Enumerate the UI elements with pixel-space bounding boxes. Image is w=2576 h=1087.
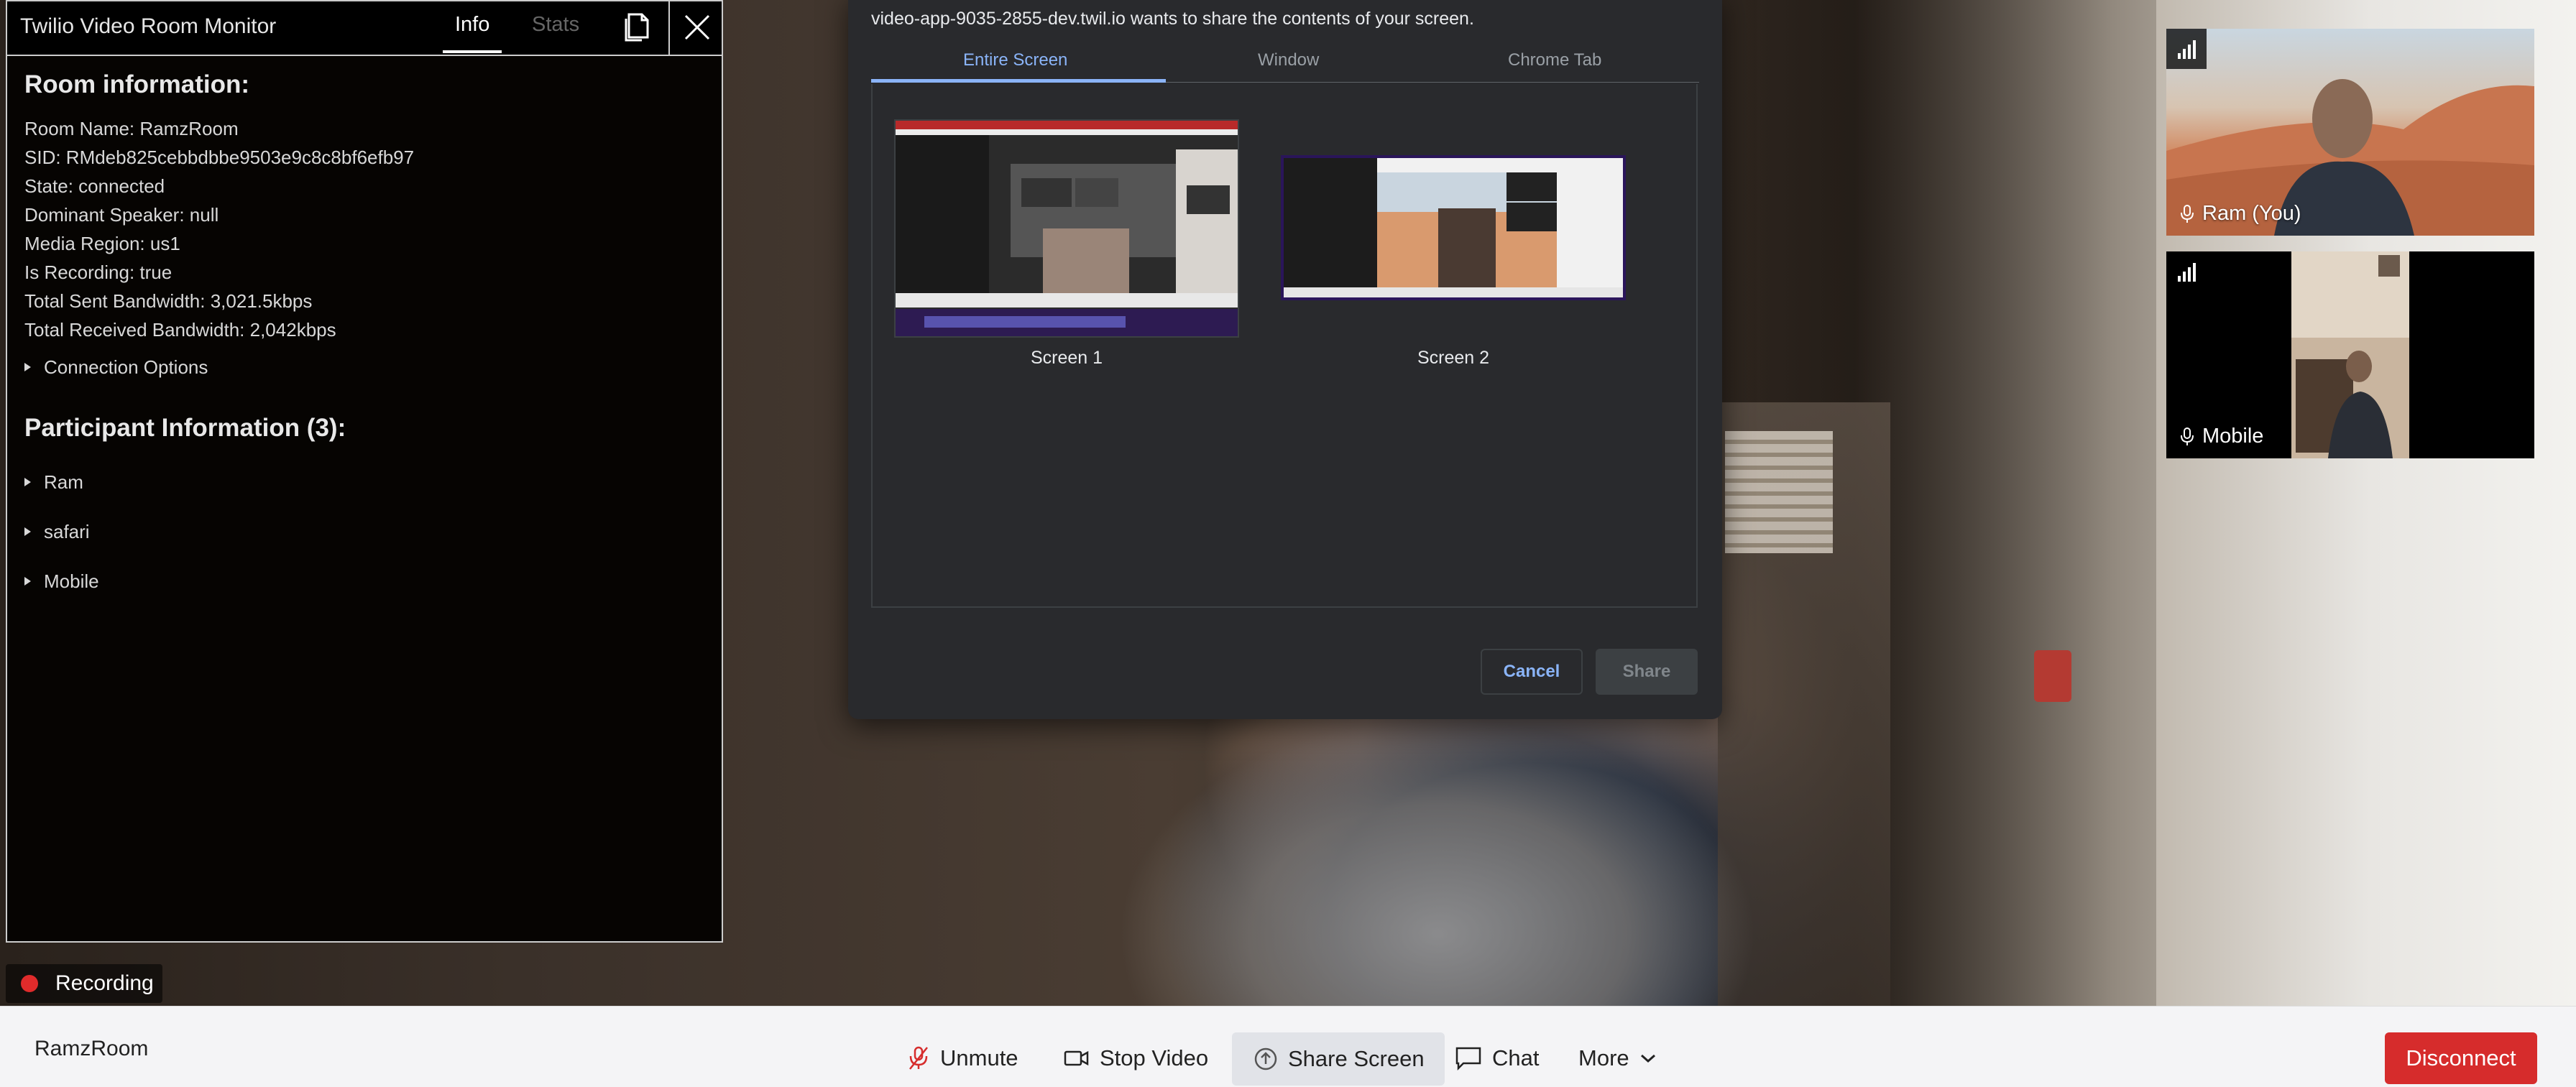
expand-triangle-icon	[24, 527, 31, 537]
connection-options-label: Connection Options	[44, 356, 208, 378]
recording-label: Recording	[55, 971, 154, 995]
tile-name: Mobile	[2202, 425, 2264, 448]
unmute-button[interactable]: Unmute	[907, 1032, 1018, 1084]
share-screen-dialog: video-app-9035-2855-dev.twil.io wants to…	[848, 0, 1722, 719]
participant-tile-ram[interactable]: Ram (You)	[2166, 29, 2534, 236]
participant-tile-mobile[interactable]: Mobile	[2166, 251, 2534, 458]
close-icon[interactable]	[681, 11, 713, 43]
tab-stats[interactable]: Stats	[532, 13, 579, 37]
share-screen-label: Share Screen	[1288, 1046, 1425, 1071]
chevron-down-icon	[1640, 1054, 1655, 1063]
unmute-label: Unmute	[940, 1045, 1018, 1070]
room-monitor-panel: Twilio Video Room Monitor Info Stats Roo…	[6, 0, 723, 943]
chat-icon	[1455, 1047, 1481, 1070]
expand-triangle-icon	[24, 363, 31, 372]
screen-1-label: Screen 1	[1030, 348, 1103, 368]
background-red-object	[2034, 650, 2071, 702]
room-info-line: State: connected	[24, 175, 165, 197]
share-screen-button[interactable]: Share Screen	[1232, 1032, 1445, 1086]
screen-2-preview	[1284, 158, 1623, 297]
recording-indicator: Recording	[6, 964, 162, 1003]
tab-window[interactable]: Window	[1258, 50, 1319, 70]
chat-button[interactable]: Chat	[1455, 1032, 1539, 1084]
screen-1-preview	[896, 121, 1238, 336]
cancel-button[interactable]: Cancel	[1481, 649, 1583, 695]
background-books	[1725, 431, 1833, 553]
header-divider	[668, 1, 670, 55]
share-dialog-message: video-app-9035-2855-dev.twil.io wants to…	[871, 9, 1474, 29]
chat-label: Chat	[1492, 1045, 1540, 1070]
room-info-line: Is Recording: true	[24, 262, 172, 283]
participant-label: Mobile	[44, 570, 99, 592]
room-info-line: Total Received Bandwidth: 2,042kbps	[24, 319, 336, 341]
tile-name-label: Mobile	[2179, 425, 2263, 448]
monitor-header: Twilio Video Room Monitor Info Stats	[7, 1, 722, 56]
signal-strength-icon	[2166, 29, 2207, 69]
tab-chrome-tab[interactable]: Chrome Tab	[1508, 50, 1601, 70]
monitor-title: Twilio Video Room Monitor	[20, 14, 277, 38]
participant-item-mobile[interactable]: Mobile	[24, 570, 99, 593]
room-info-line: Total Sent Bandwidth: 3,021.5kbps	[24, 290, 313, 312]
stop-video-label: Stop Video	[1100, 1045, 1209, 1070]
bottom-toolbar: RamzRoom Unmute Stop Video Share Screen …	[0, 1006, 2576, 1087]
share-screen-icon	[1254, 1047, 1277, 1070]
signal-strength-icon	[2166, 251, 2207, 292]
more-button[interactable]: More	[1578, 1032, 1668, 1084]
copy-icon[interactable]	[620, 10, 653, 45]
participant-info-heading: Participant Information (3):	[24, 414, 346, 442]
tab-info-underline	[443, 50, 502, 53]
room-info-heading: Room information:	[24, 70, 250, 98]
participant-label: Ram	[44, 471, 83, 493]
microphone-icon	[2181, 205, 2194, 223]
room-info-line: Media Region: us1	[24, 233, 180, 254]
room-name: RamzRoom	[34, 1037, 149, 1060]
active-tab-underline	[871, 79, 1166, 83]
tile-name-label: Ram (You)	[2179, 202, 2301, 226]
tab-info[interactable]: Info	[455, 13, 489, 37]
disconnect-button[interactable]: Disconnect	[2385, 1032, 2537, 1084]
participant-label: safari	[44, 521, 90, 542]
microphone-icon	[2181, 427, 2194, 446]
expand-triangle-icon	[24, 577, 31, 586]
screen-2-label: Screen 2	[1417, 348, 1490, 368]
recording-dot-icon	[21, 975, 38, 992]
room-info-line: SID: RMdeb825cebbdbbe9503e9c8c8bf6efb97	[24, 147, 415, 168]
screen-1-thumbnail[interactable]	[894, 119, 1239, 338]
room-info-line: Dominant Speaker: null	[24, 204, 219, 226]
microphone-off-icon	[909, 1046, 928, 1070]
expand-triangle-icon	[24, 478, 31, 487]
tile-name: Ram (You)	[2202, 202, 2301, 225]
stop-video-button[interactable]: Stop Video	[1064, 1032, 1208, 1084]
video-camera-icon	[1064, 1050, 1089, 1066]
tab-entire-screen[interactable]: Entire Screen	[963, 50, 1067, 70]
background-chair	[1121, 718, 1754, 1006]
connection-options-toggle[interactable]: Connection Options	[24, 356, 208, 379]
screen-2-thumbnail[interactable]	[1281, 155, 1626, 300]
room-info-line: Room Name: RamzRoom	[24, 118, 239, 139]
participant-item-safari[interactable]: safari	[24, 521, 90, 543]
participant-item-ram[interactable]: Ram	[24, 471, 83, 494]
more-label: More	[1578, 1045, 1629, 1070]
share-button[interactable]: Share	[1596, 649, 1698, 695]
